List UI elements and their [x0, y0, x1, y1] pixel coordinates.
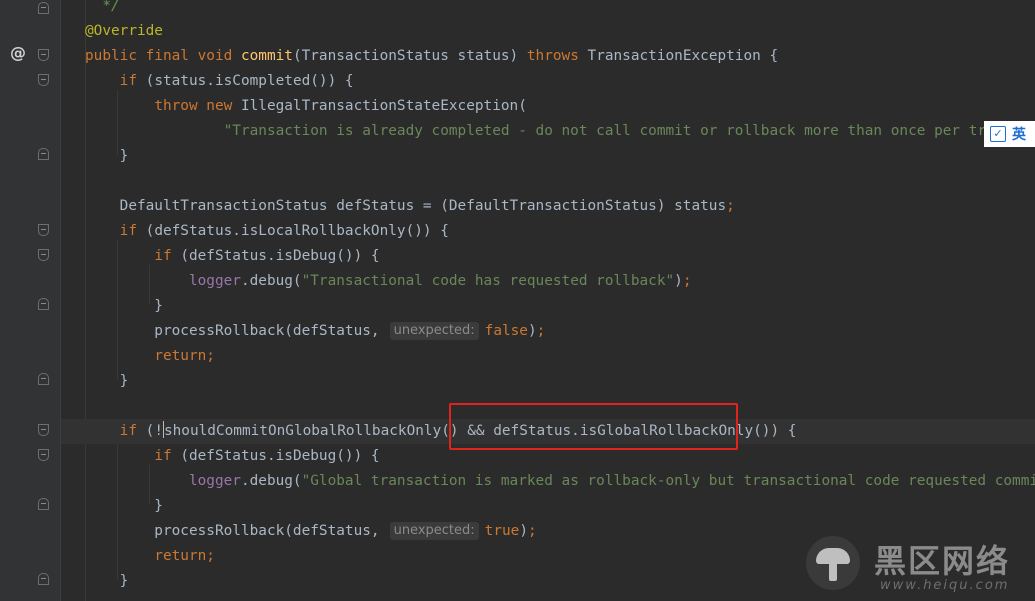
fold-marker-icon[interactable]	[38, 373, 49, 385]
code-token: true	[484, 523, 520, 539]
ime-language-label: 英	[1012, 127, 1026, 143]
code-line[interactable]: @Override	[61, 19, 1035, 44]
code-line[interactable]: logger.debug("Global transaction is mark…	[61, 469, 1035, 494]
mushroom-logo-icon	[806, 536, 860, 590]
code-token: logger	[188, 473, 241, 489]
highlight-annotation-box	[449, 403, 738, 450]
code-token: "Global transaction is marked as rollbac…	[301, 473, 1035, 489]
fold-marker-icon[interactable]	[38, 148, 49, 160]
code-token: }	[85, 573, 129, 589]
code-line[interactable]: logger.debug("Transactional code has req…	[61, 269, 1035, 294]
fold-marker-icon[interactable]	[38, 573, 49, 585]
code-token: }	[85, 298, 163, 314]
code-token: }	[85, 148, 129, 164]
watermark-title: 黑区网络	[874, 542, 1011, 580]
watermark-url: www.heiqu.com	[880, 578, 1010, 593]
code-token: }	[85, 373, 129, 389]
parameter-hint: unexpected:	[389, 322, 479, 340]
code-line[interactable]: if (defStatus.isLocalRollbackOnly()) {	[61, 219, 1035, 244]
parameter-hint: unexpected:	[389, 522, 479, 540]
code-line[interactable]: }	[61, 144, 1035, 169]
code-line[interactable]: return;	[61, 344, 1035, 369]
code-editor[interactable]: */ @Override public final void commit(Tran…	[61, 0, 1035, 601]
code-line[interactable]: if (status.isCompleted()) {	[61, 69, 1035, 94]
code-line[interactable]: }	[61, 369, 1035, 394]
code-line[interactable]: if (defStatus.isDebug()) {	[61, 244, 1035, 269]
fold-marker-icon[interactable]	[38, 498, 49, 510]
code-token: (defStatus.isDebug()) {	[180, 248, 380, 264]
code-token: "Transactional code has requested rollba…	[301, 273, 675, 289]
code-line[interactable]: }	[61, 294, 1035, 319]
code-token: if	[154, 248, 181, 264]
code-token: throws	[526, 48, 588, 64]
code-token: if	[119, 423, 146, 439]
code-token: (defStatus.isDebug()) {	[180, 448, 380, 464]
code-token: false	[484, 323, 528, 339]
code-token: processRollback(defStatus,	[85, 323, 380, 339]
code-token: */	[85, 0, 120, 14]
code-token: )	[519, 523, 528, 539]
code-token: throw new	[154, 98, 241, 114]
code-token: ;	[682, 273, 692, 289]
code-token: (defStatus.isLocalRollbackOnly()) {	[145, 223, 449, 239]
code-token: ;	[527, 523, 537, 539]
code-token: public final void	[85, 48, 241, 64]
fold-marker-icon[interactable]	[38, 224, 49, 236]
code-token: DefaultTransactionStatus defStatus = (De…	[85, 198, 727, 214]
code-line[interactable]: }	[61, 494, 1035, 519]
code-token: .debug(	[240, 473, 302, 489]
checkbox-icon: ✓	[990, 126, 1006, 142]
ime-indicator[interactable]: ✓ 英	[984, 121, 1035, 147]
fold-marker-icon[interactable]	[38, 424, 49, 436]
code-token: IllegalTransactionStateException(	[240, 98, 527, 114]
fold-marker-icon[interactable]	[38, 298, 49, 310]
code-line[interactable]: */	[61, 0, 1035, 19]
code-line[interactable]: processRollback(defStatus, unexpected: fal…	[61, 319, 1035, 344]
code-token: .debug(	[240, 273, 302, 289]
code-token: }	[85, 498, 163, 514]
code-token: (TransactionStatus status)	[292, 48, 527, 64]
code-line[interactable]	[61, 169, 1035, 194]
code-token: ;	[536, 323, 546, 339]
fold-marker-icon[interactable]	[38, 249, 49, 261]
override-marker-icon[interactable]: @	[10, 43, 26, 62]
code-token: )	[674, 273, 683, 289]
code-token: (status.isCompleted()) {	[145, 73, 354, 89]
code-token: if	[154, 448, 181, 464]
code-token: "Transaction is already completed - do n…	[223, 123, 1035, 139]
watermark: 黑区网络 www.heiqu.com	[800, 530, 1035, 601]
code-token: TransactionException {	[587, 48, 779, 64]
code-token: )	[527, 323, 537, 339]
code-line[interactable]: throw new IllegalTransactionStateExcepti…	[61, 94, 1035, 119]
editor-gutter	[0, 0, 60, 601]
code-token: ;	[726, 198, 735, 214]
code-token: processRollback(defStatus,	[85, 523, 380, 539]
code-token: if	[119, 223, 146, 239]
fold-marker-icon[interactable]	[38, 49, 49, 61]
code-token: @Override	[85, 23, 163, 39]
code-token: return;	[154, 548, 215, 564]
code-token: logger	[188, 273, 241, 289]
code-token: if	[119, 73, 146, 89]
code-line[interactable]: public final void commit(TransactionStat…	[61, 44, 1035, 69]
code-line[interactable]: "Transaction is already completed - do n…	[61, 119, 1035, 144]
code-token: commit	[240, 48, 293, 64]
fold-marker-icon[interactable]	[38, 74, 49, 86]
fold-marker-icon[interactable]	[38, 449, 49, 461]
fold-marker-icon[interactable]	[38, 2, 49, 14]
code-token: (!	[145, 423, 163, 439]
code-line[interactable]: DefaultTransactionStatus defStatus = (De…	[61, 194, 1035, 219]
code-token: return;	[154, 348, 215, 364]
